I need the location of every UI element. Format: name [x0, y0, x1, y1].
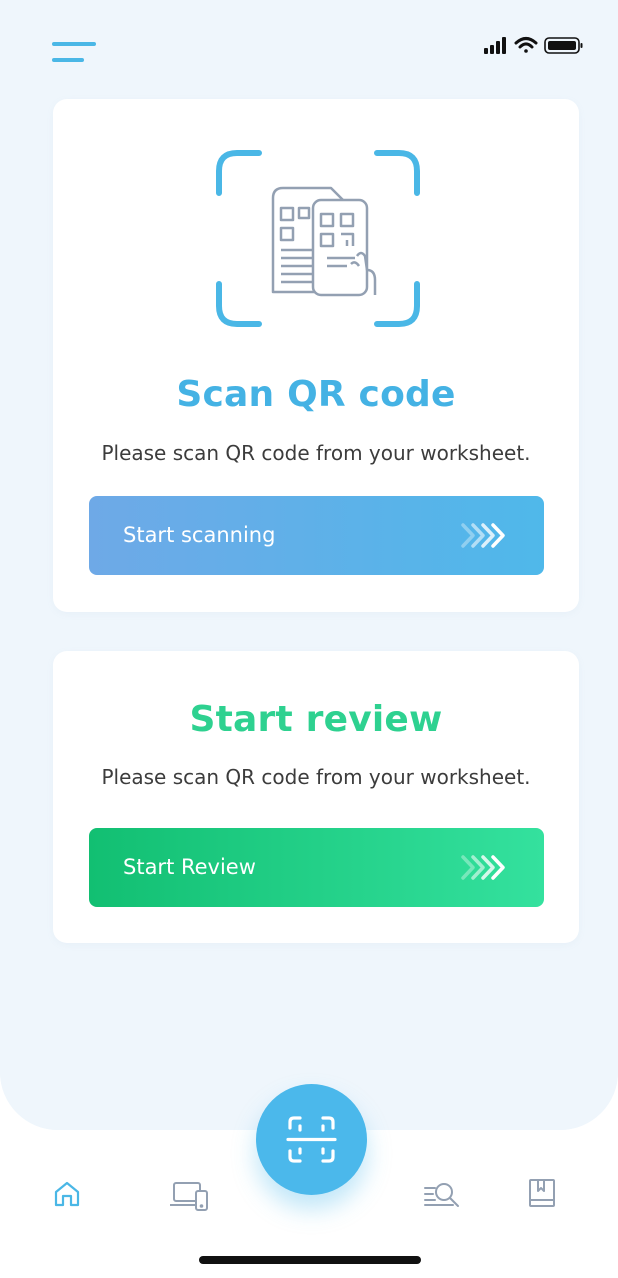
- start-scanning-label: Start scanning: [123, 523, 276, 547]
- review-title: Start review: [189, 699, 443, 740]
- scan-subtitle: Please scan QR code from your worksheet.: [101, 441, 531, 465]
- signal-icon: [484, 37, 506, 54]
- search-list-icon[interactable]: [423, 1180, 461, 1208]
- scan-title: Scan QR code: [176, 374, 456, 415]
- review-subtitle: Please scan QR code from your worksheet.: [101, 765, 531, 789]
- battery-icon: [544, 37, 583, 54]
- start-review-label: Start Review: [123, 855, 256, 879]
- scan-icon: [286, 1116, 337, 1163]
- chevrons-right-icon: [461, 523, 505, 548]
- menu-icon[interactable]: [52, 40, 98, 64]
- wifi-icon: [514, 37, 538, 53]
- review-card: Start review Please scan QR code from yo…: [53, 651, 579, 943]
- start-scanning-button[interactable]: Start scanning: [89, 496, 544, 575]
- home-icon[interactable]: [53, 1180, 81, 1208]
- scan-fab-button[interactable]: [256, 1084, 367, 1195]
- start-review-button[interactable]: Start Review: [89, 828, 544, 907]
- status-bar: [484, 37, 583, 54]
- home-indicator: [199, 1256, 421, 1264]
- chevrons-right-icon: [461, 855, 505, 880]
- qr-scan-illustration-icon: [216, 150, 420, 327]
- scan-qr-card: Scan QR code Please scan QR code from yo…: [53, 99, 579, 612]
- book-icon[interactable]: [527, 1178, 557, 1208]
- devices-icon[interactable]: [169, 1180, 209, 1212]
